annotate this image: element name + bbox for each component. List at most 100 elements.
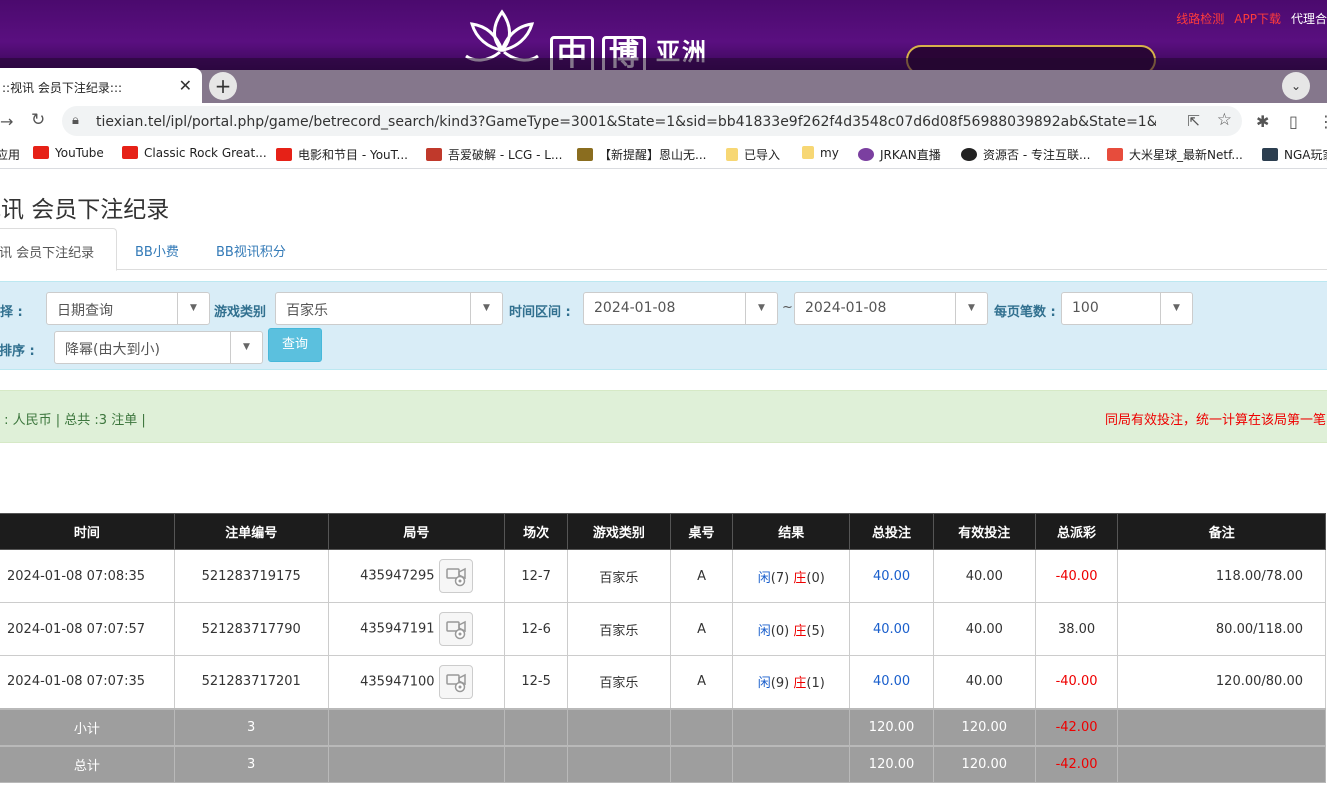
bookmark-apps[interactable]: 应用	[0, 146, 20, 163]
bookmark-right-com[interactable]: 【新提醒】恩山无...	[577, 146, 706, 163]
52pojie-icon	[426, 148, 442, 161]
star-icon[interactable]: ☆	[1217, 110, 1232, 130]
table-row: 2024-01-08 07:07:35 521283717201 435947100…	[0, 655, 1326, 709]
cell-game: 百家乐	[567, 655, 671, 709]
bookmark-52pojie[interactable]: 吾爱破解 - LCG - L...	[426, 146, 562, 163]
share-icon[interactable]: ⇱	[1187, 112, 1200, 130]
bookmark-youtube[interactable]: YouTube	[33, 146, 104, 160]
bookmark-folder-imported[interactable]: 已导入	[726, 146, 780, 163]
nga-icon	[1262, 148, 1278, 161]
cell-bet-no: 521283719175	[173, 549, 329, 603]
game-type-select[interactable]: 百家乐 ▼	[275, 292, 503, 325]
col-bet-no: 注单编号	[173, 513, 329, 550]
cell-round: 435947100	[327, 655, 506, 709]
extensions-icon[interactable]: ✱	[1256, 112, 1269, 131]
banker-label: 庄	[793, 676, 807, 692]
cell-table: A	[669, 549, 734, 603]
chevron-down-icon[interactable]: ⌄	[1282, 72, 1310, 100]
video-replay-icon[interactable]	[438, 559, 473, 593]
cell-session: 12-6	[504, 602, 569, 656]
subtotal-row: 小计 3 120.00 120.00 -42.00	[0, 707, 1326, 746]
tab-bet-records[interactable]: 视讯 会员下注纪录	[0, 228, 117, 271]
bookmark-folder-my[interactable]: my	[802, 146, 839, 160]
chevron-down-icon: ▼	[470, 293, 502, 324]
per-page-label: 每页笔数 :	[994, 305, 1056, 320]
bookmark-classic-rock[interactable]: Classic Rock Great...	[122, 146, 267, 160]
query-button[interactable]: 查询	[268, 328, 322, 362]
cell-result: 闲(9) 庄(1)	[732, 655, 851, 709]
summary-currency-count: 币别 : 人民币 | 总共 :3 注单 |	[0, 413, 146, 428]
bet-records-table: 时间 注单编号 局号 场次 游戏类别 桌号 结果 总投注 有效投注 总派彩 备注…	[0, 513, 1326, 783]
bookmark-jrkan[interactable]: JRKAN直播	[858, 146, 941, 163]
bookmark-ziyuanfou[interactable]: 资源否 - 专注互联...	[961, 146, 1090, 163]
lock-icon[interactable]: 🔒︎	[72, 113, 79, 128]
top-link-line-check[interactable]: 线路检测	[1176, 12, 1224, 26]
filter-panel: 选择 : 日期查询▼ 游戏类别 百家乐▼ 时间区间 : 2024-01-08▼ …	[0, 281, 1327, 370]
cell-total-bet: 40.00	[849, 655, 934, 709]
cell-result: 闲(0) 庄(5)	[732, 602, 851, 656]
top-link-agent[interactable]: 代理合	[1291, 12, 1327, 26]
bookmark-movies[interactable]: 电影和节目 - YouT...	[276, 146, 408, 163]
page-title: 视讯 会员下注纪录	[0, 197, 170, 223]
subtotal-label: 小计	[0, 707, 175, 746]
total-row: 总计 3 120.00 120.00 -42.00	[0, 744, 1326, 783]
range-separator: ~	[782, 300, 793, 315]
cell-time: 2024-01-08 07:07:57	[0, 602, 175, 656]
close-icon[interactable]: ✕	[179, 76, 192, 95]
subtotal-bet: 120.00	[849, 707, 934, 746]
video-replay-icon[interactable]	[438, 664, 473, 699]
top-links: 线路检测 APP下载 代理合	[1176, 10, 1327, 27]
cell-game: 百家乐	[567, 549, 671, 603]
col-game-type: 游戏类别	[567, 513, 671, 550]
select-label: 选择 :	[0, 305, 23, 320]
query-type-select[interactable]: 日期查询 ▼	[46, 292, 210, 325]
bookmark-dami[interactable]: 大米星球_最新Netf...	[1107, 146, 1243, 163]
summary-bar: 币别 : 人民币 | 总共 :3 注单 | 同局有效投注，统一计算在该局第一笔	[0, 390, 1327, 443]
player-score: (0)	[770, 623, 790, 639]
col-note: 备注	[1117, 513, 1326, 550]
tab-bb-points[interactable]: BB视讯积分	[216, 228, 286, 271]
side-panel-icon[interactable]: ▯	[1289, 112, 1298, 131]
total-payout: -42.00	[1034, 744, 1119, 783]
per-page-select[interactable]: 100 ▼	[1061, 292, 1193, 325]
col-valid-bet: 有效投注	[932, 513, 1036, 550]
cell-table: A	[669, 655, 734, 709]
forward-icon[interactable]: →	[0, 112, 13, 131]
chevron-down-icon: ▼	[230, 332, 262, 363]
address-bar[interactable]: 🔒︎ tiexian.tel/ipl/portal.php/game/betre…	[62, 106, 1242, 136]
total-valid: 120.00	[932, 744, 1036, 783]
player-label: 闲	[757, 570, 771, 586]
jrkan-icon	[858, 148, 874, 161]
cell-game: 百家乐	[567, 602, 671, 656]
profile-icon[interactable]: ⋮	[1318, 112, 1327, 131]
enshan-icon	[577, 148, 593, 161]
video-replay-icon[interactable]	[438, 612, 473, 646]
cell-valid-bet: 40.00	[932, 602, 1036, 656]
cell-valid-bet: 40.00	[932, 549, 1036, 603]
cell-result: 闲(7) 庄(0)	[732, 549, 851, 603]
browser-tab[interactable]: ::视讯 会员下注纪录::: ✕	[0, 68, 202, 103]
banker-label: 庄	[793, 570, 807, 586]
chevron-down-icon: ▼	[745, 293, 777, 324]
cell-round: 435947191	[327, 602, 506, 656]
cell-time: 2024-01-08 07:08:35	[0, 549, 175, 603]
bookmarks-bar: 应用 YouTube Classic Rock Great... 电影和节目 -…	[0, 139, 1327, 169]
cell-payout: -40.00	[1034, 549, 1119, 603]
date-to-select[interactable]: 2024-01-08 ▼	[794, 292, 988, 325]
total-label: 总计	[0, 744, 175, 783]
player-score: (7)	[770, 570, 790, 586]
cell-total-bet: 40.00	[849, 549, 934, 603]
col-round: 局号	[327, 513, 506, 550]
date-from-select[interactable]: 2024-01-08 ▼	[583, 292, 778, 325]
table-row: 2024-01-08 07:08:35 521283719175 435947295…	[0, 549, 1326, 603]
tab-bb-tips[interactable]: BB小费	[135, 228, 179, 271]
new-tab-icon[interactable]: +	[209, 72, 237, 100]
url-text[interactable]: tiexian.tel/ipl/portal.php/game/betrecor…	[96, 114, 1156, 130]
cell-time: 2024-01-08 07:07:35	[0, 655, 175, 709]
cell-session: 12-7	[504, 549, 569, 603]
reload-icon[interactable]: ↻	[31, 110, 45, 130]
top-link-app-download[interactable]: APP下载	[1234, 12, 1281, 26]
sort-select[interactable]: 降幂(由大到小) ▼	[54, 331, 263, 364]
bookmark-nga[interactable]: NGA玩家	[1262, 146, 1327, 163]
game-type-label: 游戏类别	[214, 305, 267, 320]
